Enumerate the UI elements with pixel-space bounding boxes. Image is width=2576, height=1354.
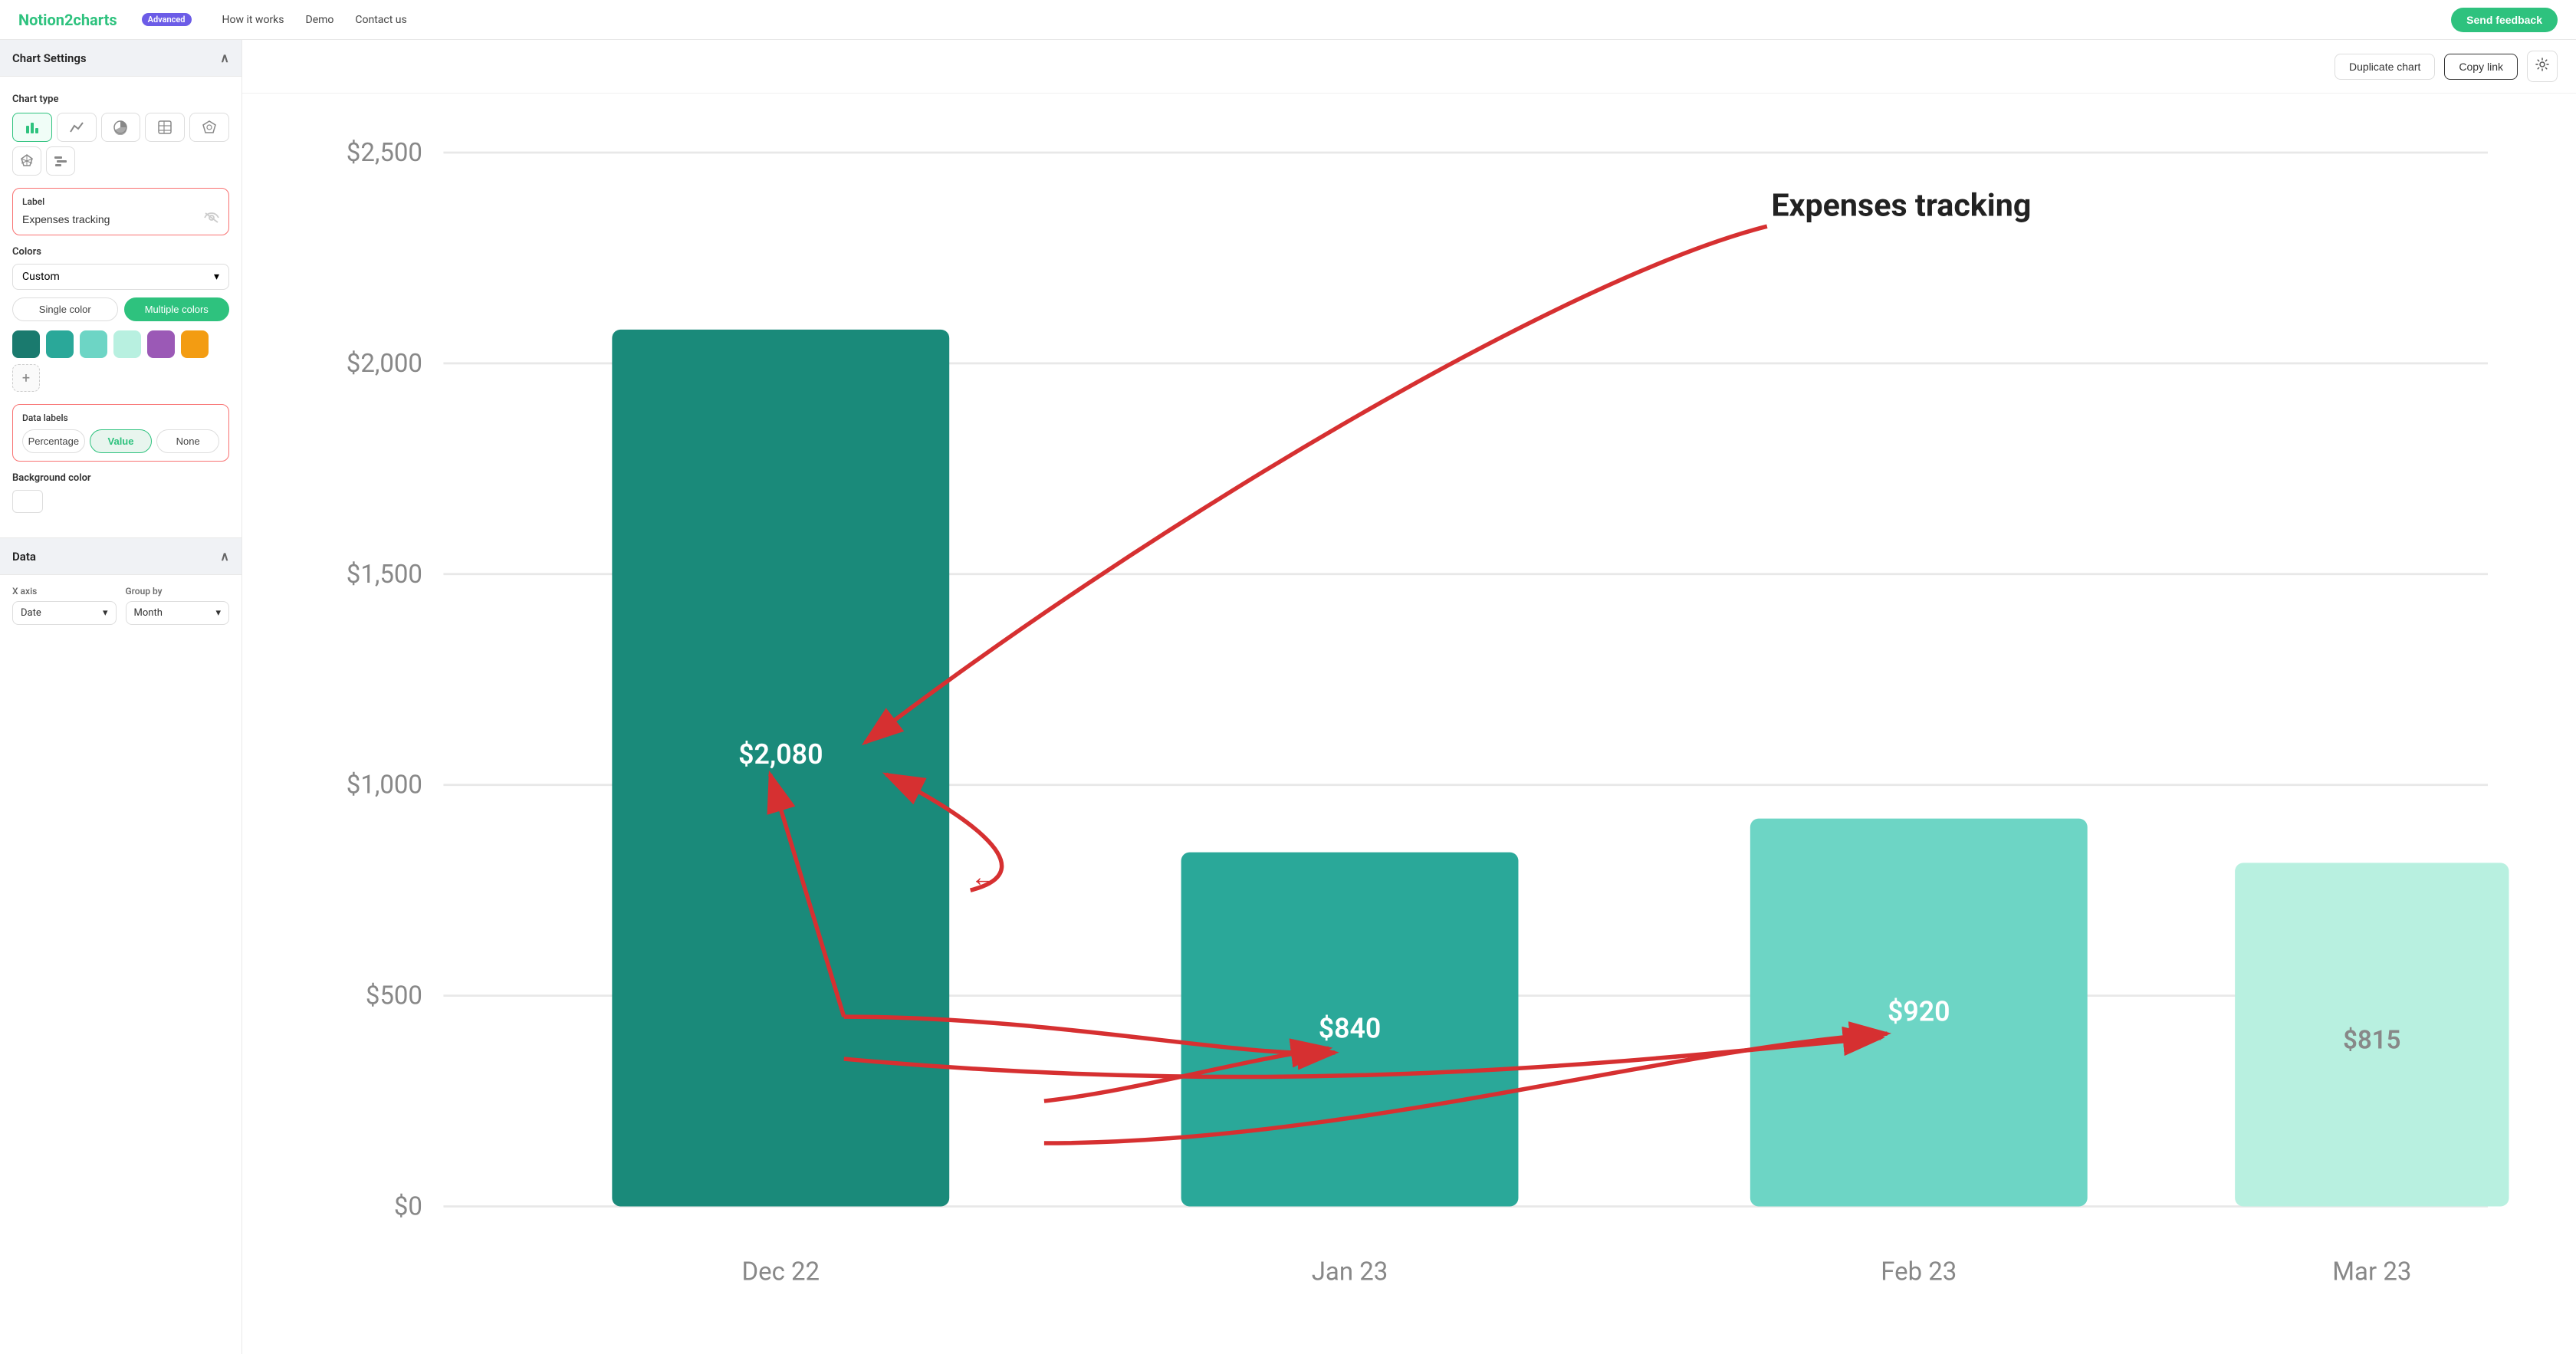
y-label-2500: $2,500	[347, 138, 422, 168]
data-labels-title: Data labels	[22, 412, 219, 423]
x-label-dec22: Dec 22	[741, 1257, 820, 1287]
swatch-2[interactable]	[46, 330, 74, 358]
label-input[interactable]	[22, 213, 204, 225]
nav-demo[interactable]: Demo	[306, 14, 334, 26]
chart-type-table[interactable]	[145, 113, 185, 142]
chart-type-row2	[12, 146, 229, 176]
label-box: Label	[12, 188, 229, 235]
x-axis-value: Date	[21, 607, 41, 619]
data-labels-box: Data labels Percentage Value None	[12, 404, 229, 462]
y-label-2000: $2,000	[347, 349, 422, 379]
chevron-down-icon-xaxis: ▾	[103, 607, 108, 619]
collapse-icon[interactable]: ∧	[220, 51, 229, 65]
multiple-colors-button[interactable]: Multiple colors	[124, 297, 230, 321]
chart-settings-header: Chart Settings ∧	[0, 40, 242, 77]
x-label-jan23: Jan 23	[1312, 1257, 1388, 1287]
chart-type-pie[interactable]	[101, 113, 141, 142]
y-label-1500: $1,500	[347, 560, 422, 590]
value-button[interactable]: Value	[90, 429, 153, 453]
x-axis-label: X axis	[12, 586, 117, 596]
y-label-1000: $1,000	[347, 771, 422, 800]
chart-settings-label: Chart Settings	[12, 51, 87, 65]
data-section-label: Data	[12, 550, 36, 564]
x-label-mar23: Mar 23	[2332, 1257, 2411, 1287]
colors-dropdown[interactable]: Custom ▾	[12, 264, 229, 290]
sidebar: Chart Settings ∧ Chart type	[0, 40, 242, 1354]
annotation-label-value: ←	[971, 861, 998, 893]
swatch-5[interactable]	[147, 330, 175, 358]
brand-logo: Notion2charts	[18, 11, 117, 29]
group-by-value: Month	[134, 607, 163, 619]
nav-how-it-works[interactable]: How it works	[222, 14, 284, 26]
chart-type-line[interactable]	[57, 113, 97, 142]
bar-label-dec22: $2,080	[738, 738, 823, 771]
chart-type-gantt[interactable]	[46, 146, 75, 176]
bar-label-mar23: $815	[2343, 1025, 2400, 1055]
background-color-swatch[interactable]	[12, 490, 43, 513]
chart-type-radar[interactable]	[189, 113, 229, 142]
advanced-badge: Advanced	[142, 13, 192, 26]
main-layout: Chart Settings ∧ Chart type	[0, 40, 2576, 1354]
background-color-label: Background color	[12, 472, 229, 484]
colors-dropdown-value: Custom	[22, 271, 60, 283]
x-label-feb23: Feb 23	[1881, 1257, 1957, 1287]
chevron-down-icon-group: ▾	[215, 607, 221, 619]
chart-title-annotation: Expenses tracking	[1771, 187, 2031, 224]
group-by-col: Group by Month ▾	[126, 586, 230, 625]
bar-chart: $0 $500 $1,000 $1,500 $2,000 $2,500 $2,0…	[296, 109, 2530, 1354]
y-label-0: $0	[394, 1192, 422, 1222]
chart-area: Duplicate chart Copy link	[242, 40, 2576, 1354]
chart-type-grid	[12, 113, 229, 142]
none-button[interactable]: None	[156, 429, 219, 453]
swatch-3[interactable]	[80, 330, 107, 358]
bar-label-jan23: $840	[1319, 1013, 1382, 1045]
swatch-6[interactable]	[181, 330, 209, 358]
group-by-label: Group by	[126, 586, 230, 596]
group-by-select[interactable]: Month ▾	[126, 601, 230, 625]
x-axis-col: X axis Date ▾	[12, 586, 117, 625]
label-title: Label	[22, 196, 219, 207]
y-label-500: $500	[366, 981, 422, 1011]
percentage-button[interactable]: Percentage	[22, 429, 85, 453]
sidebar-body: Chart type	[0, 77, 242, 537]
bar-label-feb23: $920	[1888, 996, 1950, 1028]
feedback-button[interactable]: Send feedback	[2451, 8, 2558, 32]
chart-type-spider[interactable]	[12, 146, 41, 176]
chart-toolbar: Duplicate chart Copy link	[242, 40, 2576, 94]
color-swatches: +	[12, 330, 229, 392]
swatch-1[interactable]	[12, 330, 40, 358]
chevron-down-icon: ▾	[214, 271, 219, 283]
x-axis-select[interactable]: Date ▾	[12, 601, 117, 625]
navbar: Notion2charts Advanced How it works Demo…	[0, 0, 2576, 40]
settings-button[interactable]	[2527, 51, 2558, 82]
nav-contact-us[interactable]: Contact us	[355, 14, 406, 26]
copy-link-button[interactable]: Copy link	[2444, 54, 2518, 80]
color-mode-toggle: Single color Multiple colors	[12, 297, 229, 321]
nav-links: How it works Demo Contact us	[222, 14, 407, 26]
axis-row: X axis Date ▾ Group by Month ▾	[0, 575, 242, 625]
chart-container: $0 $500 $1,000 $1,500 $2,000 $2,500 $2,0…	[242, 94, 2576, 1354]
duplicate-chart-button[interactable]: Duplicate chart	[2334, 54, 2435, 80]
data-section-header: Data ∧	[0, 537, 242, 575]
label-input-row	[22, 212, 219, 227]
data-labels-toggle: Percentage Value None	[22, 429, 219, 453]
data-collapse-icon[interactable]: ∧	[220, 549, 229, 564]
eye-off-icon[interactable]	[204, 212, 219, 227]
single-color-button[interactable]: Single color	[12, 297, 118, 321]
annotation-arrow-title	[865, 226, 1767, 743]
colors-label: Colors	[12, 246, 229, 258]
swatch-4[interactable]	[113, 330, 141, 358]
add-swatch-button[interactable]: +	[12, 364, 40, 392]
chart-type-label: Chart type	[12, 94, 229, 105]
chart-type-bar[interactable]	[12, 113, 52, 142]
